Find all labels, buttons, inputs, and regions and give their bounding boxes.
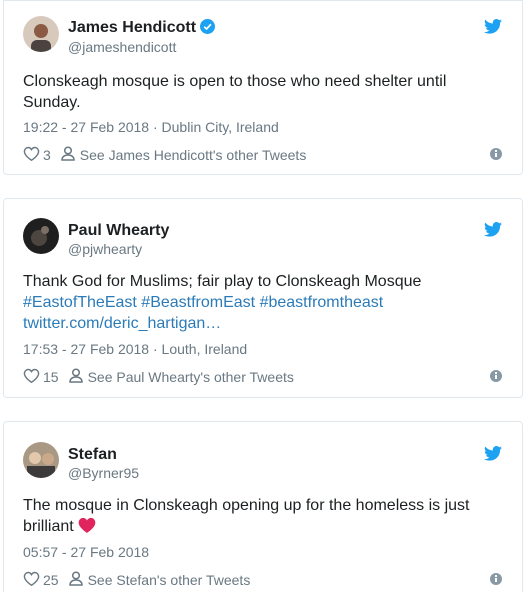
info-icon[interactable] (490, 573, 502, 585)
person-icon (68, 368, 83, 386)
other-tweets-link[interactable]: See Stefan's other Tweets (88, 572, 251, 588)
author-name[interactable]: Paul Whearty (68, 222, 169, 240)
author-handle[interactable]: @pjwhearty (68, 241, 142, 257)
tweet-card: Stefan @Byrner95 The mosque in Clonskeag… (3, 421, 523, 592)
tweet-actions: 15 See Paul Whearty's other Tweets (23, 368, 294, 386)
avatar[interactable] (23, 218, 59, 254)
tweet-timestamp[interactable]: 05:57 - 27 Feb 2018 (23, 544, 149, 560)
heart-icon[interactable] (23, 571, 40, 589)
avatar[interactable] (23, 16, 59, 52)
twitter-bird-icon[interactable] (484, 446, 502, 466)
person-icon (68, 571, 83, 589)
author-name[interactable]: James Hendicott (68, 19, 216, 39)
tweet-text: The mosque in Clonskeagh opening up for … (23, 495, 503, 540)
red-heart-icon (77, 516, 97, 540)
like-count[interactable]: 25 (43, 572, 59, 588)
like-count[interactable]: 15 (43, 369, 59, 385)
tweet-timestamp[interactable]: 19:22 - 27 Feb 2018 · Dublin City, Irela… (23, 119, 279, 135)
other-tweets-link[interactable]: See Paul Whearty's other Tweets (88, 369, 294, 385)
author-handle[interactable]: @Byrner95 (68, 465, 139, 481)
hashtag-link[interactable]: #beastfromtheast (260, 294, 384, 311)
twitter-bird-icon[interactable] (484, 19, 502, 39)
author-name-text[interactable]: James Hendicott (68, 19, 196, 36)
hashtag-link[interactable]: #BeastfromEast (141, 294, 255, 311)
tweet-url-link[interactable]: twitter.com/deric_hartigan… (23, 315, 221, 332)
tweet-text: Thank God for Muslims; fair play to Clon… (23, 271, 503, 334)
avatar[interactable] (23, 442, 59, 478)
tweet-actions: 25 See Stefan's other Tweets (23, 571, 250, 589)
tweet-card: James Hendicott @jameshendicott Clonskea… (3, 0, 523, 175)
verified-badge-icon (200, 19, 216, 39)
other-tweets-link[interactable]: See James Hendicott's other Tweets (80, 147, 307, 163)
tweet-timestamp[interactable]: 17:53 - 27 Feb 2018 · Louth, Ireland (23, 341, 247, 357)
author-handle[interactable]: @jameshendicott (68, 39, 176, 55)
person-icon (61, 146, 75, 164)
tweet-card: Paul Whearty @pjwhearty Thank God for Mu… (3, 198, 523, 398)
tweet-actions: 3 See James Hendicott's other Tweets (23, 146, 306, 164)
info-icon[interactable] (490, 148, 502, 160)
tweet-text: Clonskeagh mosque is open to those who n… (23, 73, 447, 111)
heart-icon[interactable] (23, 368, 40, 386)
tweet-text-plain: Thank God for Muslims; fair play to Clon… (23, 273, 422, 290)
info-icon[interactable] (490, 370, 502, 382)
heart-icon[interactable] (23, 146, 40, 164)
author-name[interactable]: Stefan (68, 446, 117, 464)
like-count[interactable]: 3 (43, 147, 51, 163)
twitter-bird-icon[interactable] (484, 222, 502, 242)
hashtag-link[interactable]: #EastofTheEast (23, 294, 137, 311)
